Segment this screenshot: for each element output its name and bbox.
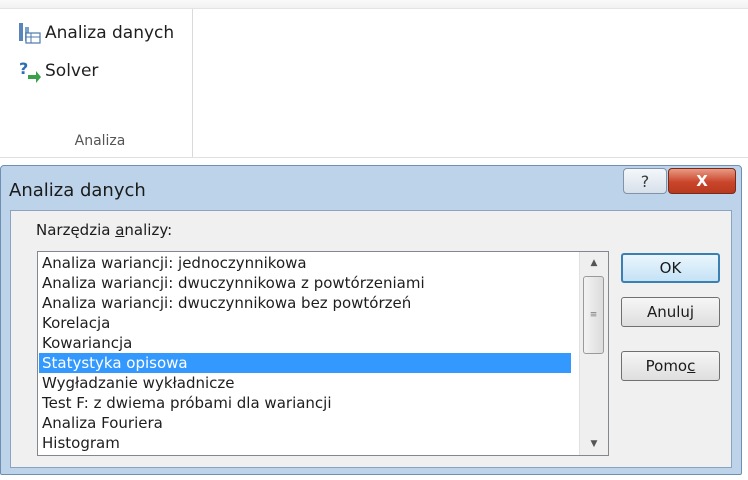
data-analysis-icon (18, 21, 42, 45)
tool-list-item[interactable]: Test F: z dwiema próbami dla wariancji (39, 393, 571, 413)
ribbon-divider (0, 157, 748, 158)
title-close-button[interactable]: X (668, 168, 736, 194)
tool-list-item[interactable]: Kowariancja (39, 333, 571, 353)
ribbon-group-label: Analiza (74, 133, 126, 149)
ribbon-label-solver: Solver (45, 61, 99, 81)
tool-list-item[interactable]: Korelacja (39, 313, 571, 333)
data-analysis-dialog: Analiza danych ? X Narzędzia analizy: An… (0, 165, 742, 475)
svg-text:?: ? (19, 59, 28, 78)
tools-list-label: Narzędzia analizy: (36, 221, 173, 239)
ok-button[interactable]: OK (621, 253, 720, 283)
help-button[interactable]: Pomo c (621, 351, 720, 381)
title-help-button[interactable]: ? (623, 168, 667, 194)
tools-list: Analiza wariancji: jednoczynnikowa Analiz… (39, 253, 571, 453)
close-icon: X (696, 172, 708, 190)
solver-icon: ? (18, 59, 42, 83)
cancel-button[interactable]: Anuluj (621, 297, 720, 327)
ribbon-top-edge (0, 0, 748, 9)
tool-list-item[interactable]: Analiza wariancji: dwuczynnikowa bez pow… (39, 293, 571, 313)
dialog-client-area: Narzędzia analizy: Analiza wariancji: je… (10, 210, 732, 468)
scrollbar-thumb[interactable]: ≡ (583, 276, 604, 354)
dialog-title: Analiza danych (9, 180, 146, 201)
listbox-scrollbar[interactable]: ▲ ≡ ▼ (579, 252, 608, 455)
tool-list-item[interactable]: Wygładzanie wykładnicze (39, 373, 571, 393)
ribbon-button-data-analysis[interactable]: Analiza danych (18, 21, 174, 45)
tool-list-item[interactable]: Histogram (39, 433, 571, 453)
ribbon-button-solver[interactable]: ? Solver (18, 59, 98, 83)
tool-list-item[interactable]: Statystyka opisowa (39, 353, 571, 373)
dialog-titlebar[interactable]: Analiza danych ? X (1, 166, 741, 210)
scroll-up-arrow-icon[interactable]: ▲ (580, 252, 608, 274)
ribbon-group-analiza: Analiza danych ? Solver Analiza (8, 9, 193, 157)
help-icon: ? (640, 171, 650, 191)
scroll-down-arrow-icon[interactable]: ▼ (580, 433, 608, 455)
tool-list-item[interactable]: Analiza Fouriera (39, 413, 571, 433)
ribbon-label-data-analysis: Analiza danych (45, 23, 175, 43)
tool-list-item[interactable]: Analiza wariancji: dwuczynnikowa z powtó… (39, 273, 571, 293)
tools-listbox[interactable]: Analiza wariancji: jednoczynnikowa Analiz… (37, 251, 609, 456)
tool-list-item[interactable]: Analiza wariancji: jednoczynnikowa (39, 253, 571, 273)
